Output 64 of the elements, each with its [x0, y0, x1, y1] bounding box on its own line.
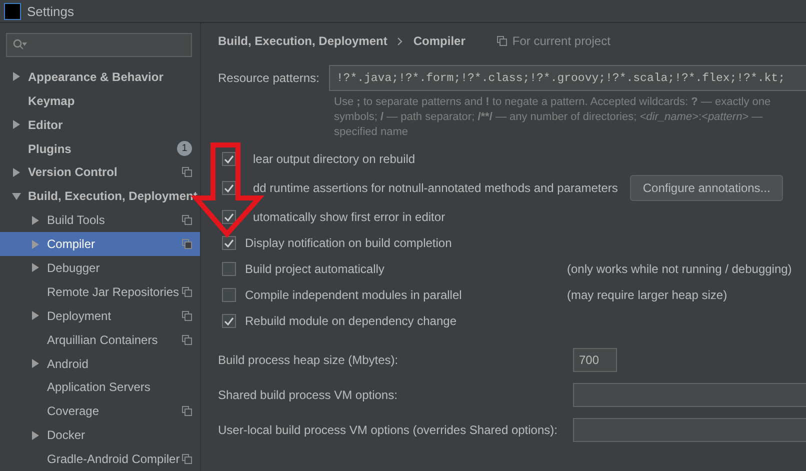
input-field[interactable]	[573, 382, 806, 406]
input-field[interactable]: !?*.java;!?*.form;!?*.class;!?*.groovy;!?*.scala;!?*.flex;!?*.kt;	[329, 65, 806, 91]
checkbox-label[interactable]: Compile independent modules in parallel	[245, 288, 567, 302]
field-label: Resource patterns:	[218, 71, 320, 85]
sidebar-item[interactable]: Version Control	[0, 160, 200, 184]
field-label: Shared build process VM options:	[218, 388, 398, 402]
caret-right-icon[interactable]	[30, 311, 40, 320]
sidebar-item[interactable]: Editor	[0, 112, 200, 137]
copy-icon	[497, 36, 508, 46]
window-title: Settings	[27, 4, 74, 18]
field-label: Build process heap size (Mbytes):	[218, 352, 400, 366]
caret-right-icon[interactable]	[12, 72, 20, 82]
checkbox[interactable]	[222, 181, 236, 195]
checkbox-label[interactable]: Display notification on build completion	[245, 236, 567, 250]
checkbox[interactable]	[222, 152, 236, 166]
sidebar-item[interactable]: Debugger	[0, 256, 200, 280]
app-logo-icon	[4, 2, 21, 20]
hint-text: Use ; to separate patterns and ! to negate a pattern. Accepted wildcards: ? — exactly one	[334, 95, 772, 110]
sidebar-item[interactable]: Build Tools	[0, 208, 200, 232]
option-note: (may require larger heap size)	[567, 288, 728, 302]
checkbox-label[interactable]: Rebuild module on dependency change	[245, 314, 567, 328]
search-field[interactable]	[6, 33, 192, 57]
caret-right-icon[interactable]	[12, 168, 20, 177]
caret-right-icon[interactable]	[30, 359, 40, 368]
sidebar-item[interactable]: Gradle-Android Compiler	[0, 447, 200, 471]
sidebar-item[interactable]: Android	[0, 352, 200, 376]
breadcrumb-item: Build, Execution, Deployment	[218, 34, 388, 48]
count-badge: 1	[177, 141, 192, 156]
checkbox[interactable]	[222, 288, 236, 302]
input-field[interactable]: 700	[573, 348, 617, 372]
sidebar-item[interactable]: Appearance & Behavior	[0, 64, 200, 89]
hint-text: symbols; / — path separator; /**/ — any number of directories; <dir_name>:<pattern> —	[334, 110, 764, 125]
breadcrumb-item: Compiler	[413, 34, 466, 48]
scope-note: For current project	[512, 34, 610, 48]
sidebar-item[interactable]: Application Servers	[0, 375, 200, 400]
caret-down-icon[interactable]	[12, 192, 20, 201]
search-icon	[13, 39, 27, 50]
sidebar-item[interactable]: Deployment	[0, 304, 200, 328]
checkbox-label[interactable]: lear output directory on rebuild	[253, 152, 567, 166]
checkbox-label[interactable]: Build project automatically	[245, 262, 567, 276]
caret-right-icon[interactable]	[30, 216, 40, 225]
checkbox-label[interactable]: dd runtime assertions for notnull-annotated methods and parameters	[253, 181, 618, 195]
caret-right-icon[interactable]	[30, 263, 40, 272]
sidebar-item[interactable]: Docker	[0, 423, 200, 448]
option-note: (only works while not running / debugging)	[567, 262, 792, 276]
sidebar-item[interactable]: Build, Execution, Deployment	[0, 184, 200, 208]
hint-text: specified name	[334, 125, 409, 140]
sidebar-item[interactable]: Compiler	[0, 232, 200, 256]
caret-right-icon[interactable]	[12, 120, 20, 130]
checkbox[interactable]	[222, 262, 236, 276]
caret-right-icon[interactable]	[30, 430, 40, 440]
field-label: User-local build process VM options (overrides Shared options):	[218, 422, 558, 436]
configure-button[interactable]: Configure annotations...	[630, 175, 784, 201]
input-field[interactable]	[573, 418, 806, 442]
sidebar-item[interactable]: Plugins 1	[0, 136, 200, 160]
sidebar-item[interactable]: Keymap	[0, 88, 200, 113]
checkbox[interactable]	[222, 236, 236, 250]
chevron-right-icon	[397, 36, 404, 46]
checkbox[interactable]	[222, 210, 236, 224]
checkbox-label[interactable]: utomatically show first error in editor	[253, 210, 567, 224]
checkbox[interactable]	[222, 314, 236, 328]
sidebar-item[interactable]: Remote Jar Repositories	[0, 280, 200, 304]
sidebar-item[interactable]: Coverage	[0, 399, 200, 424]
sidebar-item[interactable]: Arquillian Containers	[0, 328, 200, 352]
